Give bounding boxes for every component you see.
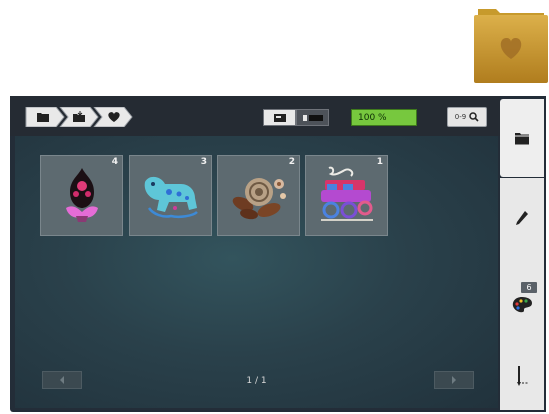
breadcrumb-heart[interactable] (93, 107, 133, 127)
breadcrumb (25, 107, 133, 127)
list-view-button[interactable] (296, 109, 329, 126)
folder-icon (37, 113, 49, 122)
sidebar: 6 (500, 96, 546, 412)
color-count-badge: 6 (521, 282, 537, 293)
design-grid: 4 3 2 1 1 / 1 (15, 136, 498, 408)
sidebar-item-colors[interactable]: 6 (500, 280, 544, 324)
zoom-level: 100 % (351, 109, 417, 126)
colorful-car-design-icon (321, 166, 373, 221)
needle-icon (517, 366, 528, 386)
magnifier-icon (469, 112, 479, 122)
sort-search-button[interactable]: 0-9 (447, 107, 487, 127)
sidebar-item-folder[interactable] (500, 99, 544, 177)
heart-icon (108, 112, 120, 122)
design-tile[interactable]: 1 (305, 155, 388, 236)
arrow-right-icon (452, 376, 456, 384)
toolbar: 100 % 0-9 (10, 96, 500, 136)
next-page-button[interactable] (434, 371, 474, 389)
sidebar-item-edit[interactable] (500, 196, 544, 240)
page-indicator: 1 / 1 (246, 376, 267, 386)
palette-icon (512, 297, 532, 313)
rose-leaves-design-icon (232, 178, 286, 220)
design-tile[interactable]: 4 (40, 155, 123, 236)
sidebar-tools: 6 (500, 178, 544, 410)
open-folder-icon (73, 111, 85, 122)
folder-icon (515, 132, 529, 144)
machine-view-button[interactable] (263, 109, 296, 126)
embroidery-machine-icon (273, 113, 286, 122)
sidebar-item-stitch[interactable] (500, 354, 544, 398)
machine-screen: 100 % 0-9 4 3 2 1 1 / 1 6 (10, 96, 546, 412)
folder-preview-icon (474, 7, 548, 83)
pencil-icon (516, 211, 528, 225)
list-view-icon (302, 114, 323, 121)
design-tile[interactable]: 2 (217, 155, 300, 236)
paisley-flower-design-icon (66, 168, 98, 222)
blue-dog-design-icon (144, 176, 198, 219)
view-toggle (263, 109, 329, 126)
sort-label: 0-9 (454, 113, 467, 121)
design-tile[interactable]: 3 (129, 155, 212, 236)
